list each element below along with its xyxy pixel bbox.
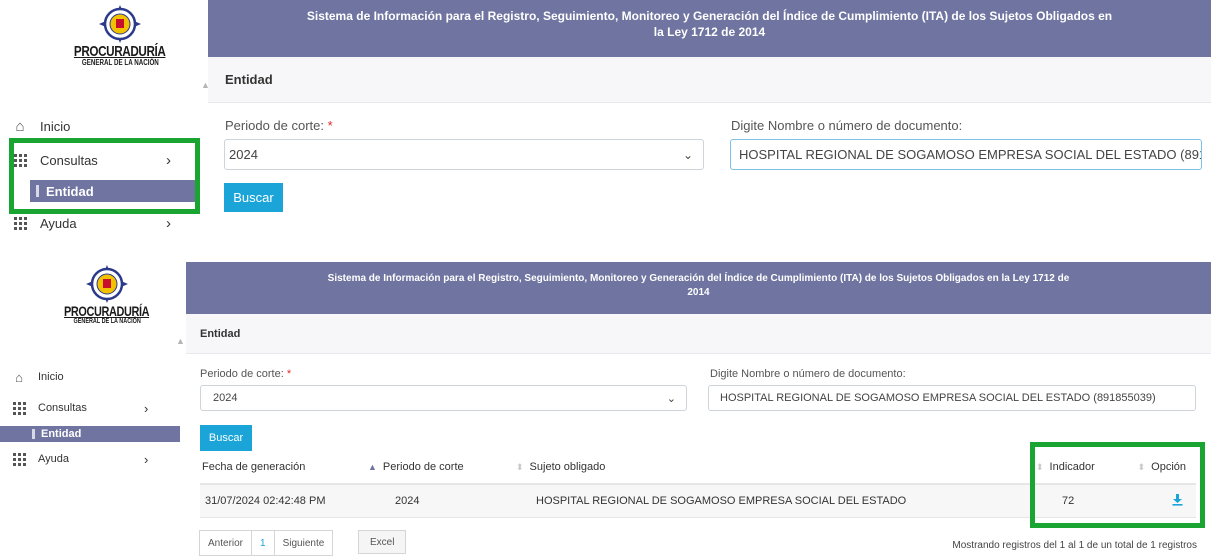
- logo: PROCURADURÍA GENERAL DE LA NACIÓN: [57, 264, 157, 325]
- nav-inicio-label: Inicio: [40, 118, 71, 134]
- nav-entidad-label: Entidad: [46, 183, 94, 199]
- nav-consultas-label: Consultas: [38, 402, 87, 414]
- page-header: Sistema de Información para el Registro,…: [186, 262, 1211, 314]
- doc-input[interactable]: HOSPITAL REGIONAL DE SOGAMOSO EMPRESA SO…: [730, 139, 1202, 170]
- next-button[interactable]: Siguiente: [273, 530, 334, 556]
- nav-consultas[interactable]: Consultas ›: [0, 399, 180, 417]
- nav-ayuda-label: Ayuda: [40, 215, 77, 231]
- col-periodo[interactable]: ▲ Periodo de corte: [368, 451, 516, 485]
- table-header-row: Fecha de generación ▲ Periodo de corte ⬍ S…: [200, 451, 1196, 485]
- prev-button[interactable]: Anterior: [199, 530, 253, 556]
- doc-input[interactable]: HOSPITAL REGIONAL DE SOGAMOSO EMPRESA SO…: [708, 385, 1196, 411]
- doc-value: HOSPITAL REGIONAL DE SOGAMOSO EMPRESA SO…: [739, 147, 1202, 162]
- col-fecha[interactable]: Fecha de generación: [200, 451, 368, 485]
- screenshot-bottom: PROCURADURÍA GENERAL DE LA NACIÓN ⌂ Inic…: [0, 262, 1211, 559]
- doc-value: HOSPITAL REGIONAL DE SOGAMOSO EMPRESA SO…: [720, 392, 1156, 404]
- header-title-line1: Sistema de Información para el Registro,…: [327, 273, 1070, 284]
- doc-label: Digite Nombre o número de documento:: [710, 368, 906, 380]
- scroll-up-icon[interactable]: ▲: [176, 336, 185, 346]
- chevron-right-icon: ›: [144, 451, 149, 467]
- periodo-value: 2024: [229, 147, 258, 162]
- periodo-value: 2024: [213, 392, 238, 404]
- download-icon[interactable]: [1171, 493, 1184, 506]
- logo-line2: GENERAL DE LA NACIÓN: [73, 318, 141, 325]
- periodo-select[interactable]: 2024 ⌄: [224, 139, 704, 170]
- page-1-button[interactable]: 1: [251, 530, 275, 556]
- nav-entidad-label: Entidad: [41, 428, 82, 440]
- periodo-label: Periodo de corte: *: [225, 118, 333, 133]
- grid-icon: [0, 153, 40, 167]
- buscar-button[interactable]: Buscar: [200, 425, 252, 451]
- logo: PROCURADURÍA GENERAL DE LA NACIÓN: [70, 4, 170, 67]
- col-opcion[interactable]: ⬍ Opción: [1136, 451, 1196, 485]
- table-info: Mostrando registros del 1 al 1 de un tot…: [952, 540, 1197, 551]
- table-row: 31/07/2024 02:42:48 PM 2024 HOSPITAL REG…: [200, 484, 1196, 518]
- sidebar: PROCURADURÍA GENERAL DE LA NACIÓN ⌂ Inic…: [0, 0, 200, 240]
- doc-label: Digite Nombre o número de documento:: [731, 118, 963, 133]
- periodo-label: Periodo de corte: *: [200, 368, 292, 380]
- grid-icon: [0, 401, 38, 415]
- nav-consultas[interactable]: Consultas ›: [0, 150, 190, 170]
- emblem-icon: [86, 265, 128, 303]
- header-title-line2: la Ley 1712 de 2014: [653, 25, 766, 40]
- sort-icon: ⬍: [1036, 462, 1044, 472]
- excel-button[interactable]: Excel: [358, 530, 407, 554]
- emblem-icon: [99, 5, 141, 43]
- section-title: Entidad: [208, 57, 1211, 103]
- grid-icon: [0, 452, 38, 466]
- cell-indicador: 72: [1028, 484, 1136, 518]
- nav-ayuda[interactable]: Ayuda ›: [0, 450, 180, 468]
- section-title: Entidad: [186, 314, 1211, 354]
- cell-fecha: 31/07/2024 02:42:48 PM: [200, 484, 368, 518]
- pagination: Anterior 1 Siguiente: [199, 530, 334, 556]
- cell-sujeto: HOSPITAL REGIONAL DE SOGAMOSO EMPRESA SO…: [516, 484, 1028, 518]
- nav-ayuda-label: Ayuda: [38, 453, 69, 465]
- home-icon: ⌂: [15, 369, 23, 385]
- nav-entidad[interactable]: Entidad: [0, 426, 180, 442]
- chevron-down-icon: ⌄: [682, 147, 693, 162]
- chevron-right-icon: ›: [166, 151, 171, 169]
- nav-inicio-label: Inicio: [38, 371, 64, 383]
- nav-entidad[interactable]: Entidad: [30, 180, 195, 202]
- nav-consultas-label: Consultas: [40, 152, 98, 168]
- entidad-marker: [36, 185, 39, 197]
- cell-opcion: [1136, 484, 1196, 518]
- col-sujeto[interactable]: ⬍ Sujeto obligado: [516, 451, 1028, 485]
- sidebar: PROCURADURÍA GENERAL DE LA NACIÓN ⌂ Inic…: [0, 262, 185, 559]
- sort-icon: ⬍: [1137, 462, 1146, 472]
- logo-line1: PROCURADURÍA: [64, 303, 150, 319]
- chevron-down-icon: ⌄: [666, 392, 676, 405]
- buscar-button[interactable]: Buscar: [224, 183, 283, 212]
- periodo-select[interactable]: 2024 ⌄: [200, 385, 687, 411]
- logo-line1: PROCURADURÍA: [74, 43, 166, 60]
- logo-line2: GENERAL DE LA NACIÓN: [81, 58, 159, 67]
- cell-periodo: 2024: [368, 484, 516, 518]
- nav-inicio[interactable]: ⌂ Inicio: [0, 368, 64, 386]
- nav-ayuda[interactable]: Ayuda ›: [0, 213, 190, 233]
- chevron-right-icon: ›: [144, 400, 149, 416]
- col-indicador[interactable]: ⬍ Indicador: [1028, 451, 1136, 485]
- screenshot-top: PROCURADURÍA GENERAL DE LA NACIÓN ⌂ Inic…: [0, 0, 1211, 240]
- nav-inicio[interactable]: ⌂ Inicio: [0, 116, 70, 136]
- sort-icon: ⬍: [516, 462, 524, 472]
- header-title-line1: Sistema de Información para el Registro,…: [306, 9, 1113, 23]
- sort-asc-icon: ▲: [368, 462, 377, 472]
- page-header: Sistema de Información para el Registro,…: [208, 0, 1211, 57]
- grid-icon: [0, 216, 40, 230]
- home-icon: ⌂: [15, 117, 25, 135]
- chevron-right-icon: ›: [166, 214, 171, 232]
- results-table: Fecha de generación ▲ Periodo de corte ⬍ S…: [200, 451, 1196, 518]
- header-title-line2: 2014: [687, 286, 710, 298]
- entidad-marker: [32, 429, 35, 439]
